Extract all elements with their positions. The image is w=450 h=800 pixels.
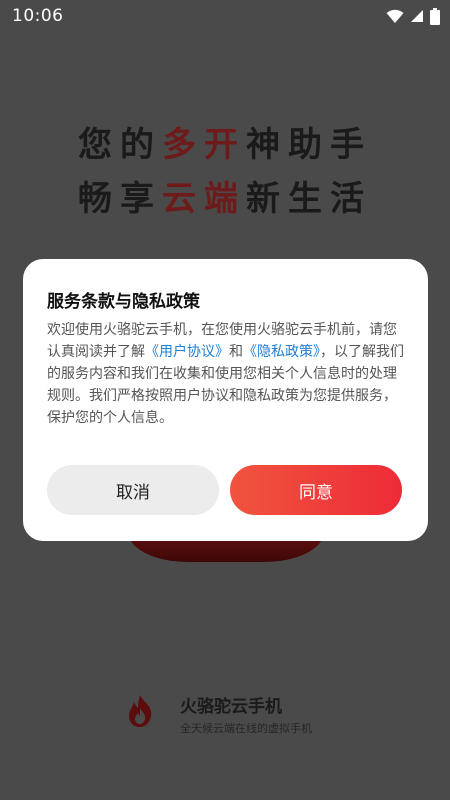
- slogan-text: 神助手: [246, 125, 372, 165]
- status-icons: [386, 7, 440, 25]
- slogan-line-2: 畅享云端新生活: [0, 172, 450, 226]
- slogan-highlight: 云端: [162, 179, 246, 219]
- flame-icon: [126, 694, 154, 732]
- terms-dialog: 服务条款与隐私政策 欢迎使用火骆驼云手机，在您使用火骆驼云手机前，请您认真阅读并…: [23, 259, 428, 541]
- agree-button[interactable]: 同意: [230, 465, 402, 515]
- user-agreement-link[interactable]: 《用户协议》: [145, 344, 229, 360]
- dialog-body: 欢迎使用火骆驼云手机，在您使用火骆驼云手机前，请您认真阅读并了解《用户协议》和《…: [47, 319, 405, 429]
- status-bar: 10:06: [0, 0, 450, 32]
- slogan-text: 畅享: [78, 179, 162, 219]
- cancel-button[interactable]: 取消: [47, 465, 219, 515]
- slogan-text: 新生活: [246, 179, 372, 219]
- signal-icon: [410, 9, 424, 23]
- privacy-policy-link[interactable]: 《隐私政策》: [243, 344, 320, 360]
- splash-slogan: 您的多开神助手 畅享云端新生活: [0, 118, 450, 226]
- brand-tagline: 全天候云端在线的虚拟手机: [180, 722, 312, 735]
- brand-name: 火骆驼云手机: [180, 697, 282, 717]
- wifi-icon: [386, 9, 404, 24]
- dialog-body-text: 和: [229, 344, 243, 360]
- slogan-text: 您的: [78, 125, 162, 165]
- slogan-highlight: 多开: [162, 125, 246, 165]
- status-time: 10:06: [12, 6, 64, 26]
- slogan-line-1: 您的多开神助手: [0, 118, 450, 172]
- battery-icon: [430, 7, 440, 25]
- brand-footer: 火骆驼云手机 全天候云端在线的虚拟手机: [120, 692, 360, 742]
- dialog-title: 服务条款与隐私政策: [47, 292, 200, 312]
